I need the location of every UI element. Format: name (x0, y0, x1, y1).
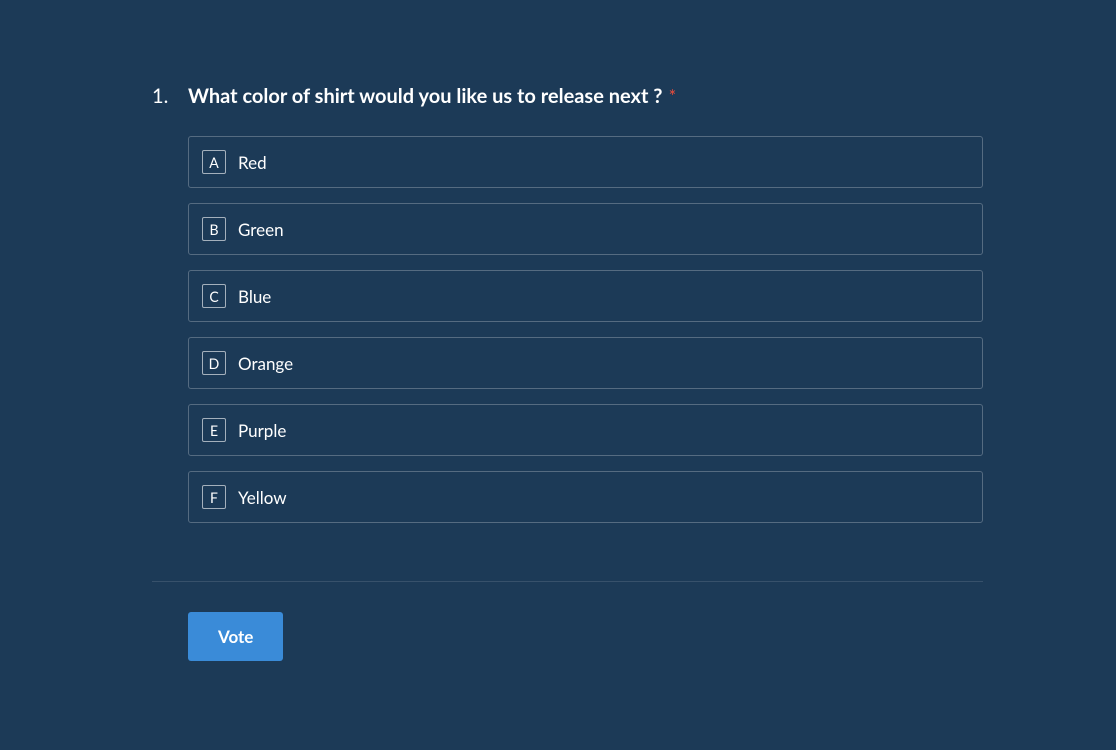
option-letter: D (202, 351, 226, 375)
option-red[interactable]: A Red (188, 136, 983, 188)
option-yellow[interactable]: F Yellow (188, 471, 983, 523)
question-row: 1. What color of shirt would you like us… (152, 82, 983, 110)
required-mark: * (669, 85, 677, 107)
option-letter: C (202, 284, 226, 308)
option-label: Purple (238, 420, 286, 441)
option-label: Green (238, 219, 284, 240)
option-letter: A (202, 150, 226, 174)
option-label: Yellow (238, 487, 287, 508)
divider (152, 581, 983, 582)
option-blue[interactable]: C Blue (188, 270, 983, 322)
option-letter: E (202, 418, 226, 442)
option-green[interactable]: B Green (188, 203, 983, 255)
option-purple[interactable]: E Purple (188, 404, 983, 456)
question-number: 1. (152, 82, 188, 110)
option-letter: F (202, 485, 226, 509)
question-text: What color of shirt would you like us to… (188, 84, 662, 108)
option-label: Blue (238, 286, 271, 307)
option-label: Orange (238, 353, 293, 374)
option-label: Red (238, 152, 267, 173)
vote-button[interactable]: Vote (188, 612, 283, 661)
poll-container: 1. What color of shirt would you like us… (0, 0, 1116, 661)
option-orange[interactable]: D Orange (188, 337, 983, 389)
question-content: What color of shirt would you like us to… (188, 82, 983, 110)
options-list: A Red B Green C Blue D Orange E Purple F… (188, 136, 983, 523)
option-letter: B (202, 217, 226, 241)
